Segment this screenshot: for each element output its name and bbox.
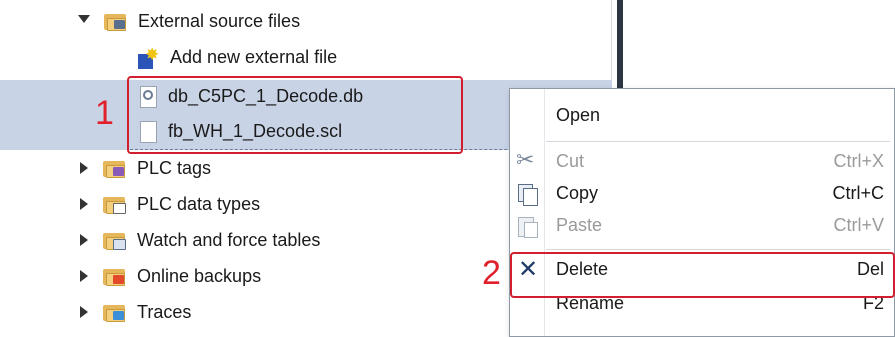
annotation-box-2 <box>510 252 895 298</box>
expand-arrow-icon[interactable] <box>80 162 88 174</box>
copy-icon <box>516 183 538 206</box>
folder-icon <box>104 12 128 31</box>
annotation-box-1 <box>127 76 463 154</box>
tree-item-external-source-files[interactable]: External source files <box>0 5 612 40</box>
menu-item-paste[interactable]: Paste Ctrl+V <box>510 209 894 243</box>
menu-item-shortcut: Ctrl+C <box>832 183 884 203</box>
tree-item-label: External source files <box>138 11 301 31</box>
annotation-number-2: 2 <box>482 254 501 292</box>
expand-arrow-icon[interactable] <box>80 198 88 210</box>
expand-arrow-icon[interactable] <box>80 234 88 246</box>
expand-arrow-icon[interactable] <box>80 306 88 318</box>
tree-item-label: PLC tags <box>137 158 212 178</box>
scissors-icon: ✂ <box>516 147 535 172</box>
paste-icon <box>516 215 538 238</box>
tree-item-label: Traces <box>137 302 192 322</box>
menu-item-shortcut: Ctrl+X <box>833 151 884 171</box>
folder-backups-icon <box>103 267 127 286</box>
menu-item-copy[interactable]: Copy Ctrl+C <box>510 177 894 211</box>
menu-item-shortcut: Ctrl+V <box>833 215 884 235</box>
folder-watch-icon <box>103 231 127 250</box>
tree-item-label: Watch and force tables <box>137 230 321 250</box>
tree-item-label: Add new external file <box>170 47 338 67</box>
expand-arrow-icon[interactable] <box>80 270 88 282</box>
panel-divider-bar <box>617 0 623 100</box>
tree-item-label: Online backups <box>137 266 262 286</box>
folder-datatypes-icon <box>103 195 127 214</box>
menu-item-label: Paste <box>556 215 603 235</box>
add-file-icon: ✸ <box>138 46 159 69</box>
menu-item-label: Cut <box>556 151 585 171</box>
menu-item-label: Open <box>556 105 601 125</box>
collapse-arrow-icon[interactable] <box>78 15 90 23</box>
tree-item-add-new-external-file[interactable]: ✸ Add new external file <box>0 41 612 76</box>
annotation-number-1: 1 <box>95 94 114 132</box>
tree-item-label: PLC data types <box>137 194 261 214</box>
folder-tags-icon <box>103 159 127 178</box>
menu-item-cut[interactable]: ✂ Cut Ctrl+X <box>510 145 894 179</box>
menu-item-open[interactable]: Open <box>510 99 894 133</box>
menu-item-label: Copy <box>556 183 599 203</box>
context-menu: Open ✂ Cut Ctrl+X Copy Ctrl+C Paste Ctrl… <box>509 88 895 337</box>
folder-traces-icon <box>103 303 127 322</box>
